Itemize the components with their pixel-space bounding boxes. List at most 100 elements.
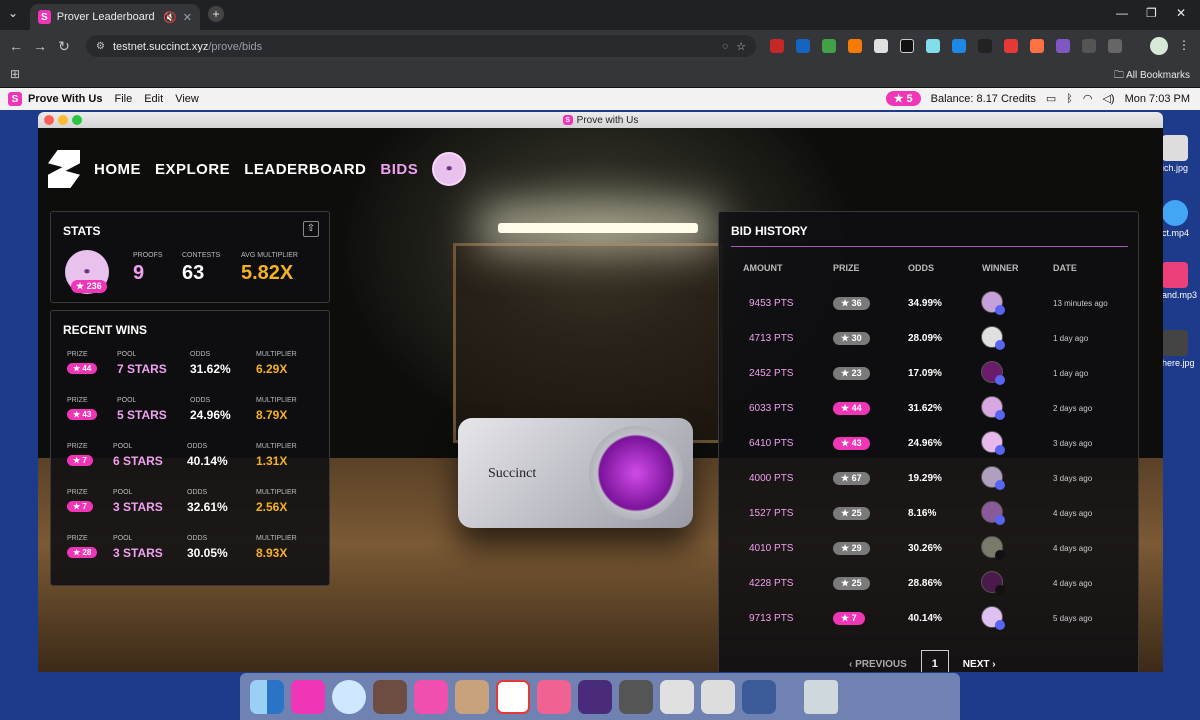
site-info-icon[interactable]: ⚙ [96,41,105,52]
forward-icon[interactable]: → [28,38,52,54]
close-window-button[interactable] [44,115,54,125]
desktop-file[interactable]: here.jpg [1162,330,1198,368]
bid-row[interactable]: 1527 PTS ★ 25 8.16% 4 days ago [719,501,1140,536]
browser-tab-active[interactable]: S Prover Leaderboard | Succinct 🔇 ✕ [30,4,200,30]
turbo-icon[interactable] [496,679,530,714]
new-tab-icon[interactable]: + [208,6,224,22]
winner-avatar[interactable] [981,431,1005,455]
all-bookmarks-link[interactable]: 🗀 All Bookmarks [1114,68,1190,85]
globe-icon[interactable] [332,679,366,714]
reload-icon[interactable]: ↻ [52,38,76,55]
profile-avatar[interactable] [1150,37,1168,55]
winner-avatar[interactable] [981,571,1005,595]
extension-k-icon[interactable] [952,39,966,53]
2048-game-icon[interactable] [537,679,571,714]
extension-p-icon[interactable] [1004,39,1018,53]
restore-icon[interactable]: ❐ [1146,6,1157,20]
prove-app-icon[interactable] [291,679,325,714]
browser-tab-strip: ⌄ S Prover Leaderboard | Succinct 🔇 ✕ + … [0,0,1200,30]
bookmark-star-icon[interactable]: ☆ [736,40,746,53]
nav-leaderboard[interactable]: LEADERBOARD [244,161,366,178]
bid-row[interactable]: 2452 PTS ★ 23 17.09% 1 day ago [719,361,1140,396]
extensions-puzzle-icon[interactable] [1108,39,1122,53]
pool-label: POOL [117,351,137,358]
close-tab-icon[interactable]: ✕ [183,11,192,24]
winner-avatar[interactable] [981,501,1005,525]
tumblr-folder-icon[interactable] [742,679,776,714]
winner-avatar[interactable] [981,326,1005,350]
extension-cloud-icon[interactable] [1056,39,1070,53]
extension-grid-icon[interactable] [874,39,888,53]
stars-pill[interactable]: ★ 5 [885,91,921,106]
battery-icon[interactable]: ▭ [1046,92,1056,105]
zoom-window-button[interactable] [72,115,82,125]
bid-row[interactable]: 6033 PTS ★ 44 31.62% 2 days ago [719,396,1140,431]
nav-bids[interactable]: BIDS [380,161,418,178]
winner-avatar[interactable] [981,396,1005,420]
winner-avatar[interactable] [981,466,1005,490]
winner-avatar[interactable] [981,361,1005,385]
minimize-icon[interactable]: — [1116,6,1128,20]
wifi-icon[interactable]: ◠ [1083,92,1093,105]
cassette-icon[interactable] [455,679,489,714]
winner-avatar[interactable] [981,606,1005,630]
extension-s-icon[interactable] [848,39,862,53]
linkedin-icon[interactable] [414,679,448,714]
bid-row[interactable]: 4010 PTS ★ 29 30.26% 4 days ago [719,536,1140,571]
eye-off-icon[interactable]: ◌ [722,41,728,52]
mute-icon[interactable]: 🔇 [163,11,177,24]
audio-file-icon [1162,262,1188,288]
extension-fox-icon[interactable] [1030,39,1044,53]
apps-folder-icon[interactable] [660,679,694,714]
bid-amount: 4000 PTS [749,473,794,484]
nav-home[interactable]: HOME [94,161,141,178]
menubar-app-name[interactable]: Prove With Us [28,93,102,105]
extension-x-icon[interactable] [978,39,992,53]
next-button[interactable]: NEXT › [963,659,996,670]
kebab-menu-icon[interactable]: ⋮ [1178,38,1190,52]
menu-view[interactable]: View [175,93,199,105]
utilities-folder-icon[interactable] [701,679,735,714]
menu-edit[interactable]: Edit [144,93,163,105]
desktop-file[interactable]: ct.mp4 [1162,200,1198,238]
address-bar[interactable]: ⚙ testnet.succinct.xyz/prove/bids ◌ ☆ [86,35,756,57]
url-host: testnet.succinct.xyz [112,41,209,53]
volume-icon[interactable]: ◁) [1102,92,1114,105]
bid-row[interactable]: 6410 PTS ★ 43 24.96% 3 days ago [719,431,1140,466]
bid-date: 3 days ago [1053,474,1093,483]
user-avatar[interactable]: ⚭ [432,152,467,186]
trash-icon[interactable] [804,679,838,714]
extension-m-icon[interactable] [926,39,940,53]
share-icon[interactable]: ⇧ [303,221,319,237]
bid-row[interactable]: 4713 PTS ★ 30 28.09% 1 day ago [719,326,1140,361]
bid-row[interactable]: 9453 PTS ★ 36 34.99% 13 minutes ago [719,291,1140,326]
extension-bird-icon[interactable] [796,39,810,53]
back-icon[interactable]: ← [4,38,28,54]
minimize-window-button[interactable] [58,115,68,125]
bid-date: 1 day ago [1053,369,1089,378]
bluetooth-icon[interactable]: ᛒ [1066,93,1073,105]
desktop-file[interactable]: ich.jpg [1162,135,1198,173]
extension-slash-icon[interactable] [900,39,914,53]
desktop-file[interactable]: and.mp3 [1162,262,1198,300]
apps-grid-icon[interactable]: ⊞ [10,67,20,81]
extension-ab-icon[interactable] [1082,39,1096,53]
winner-avatar[interactable] [981,536,1005,560]
bid-row[interactable]: 4228 PTS ★ 25 28.86% 4 days ago [719,571,1140,606]
menu-file[interactable]: File [114,93,132,105]
winner-avatar[interactable] [981,291,1005,315]
bid-row[interactable]: 4000 PTS ★ 67 19.29% 3 days ago [719,466,1140,501]
finder-icon[interactable] [250,679,284,714]
nav-explore[interactable]: EXPLORE [155,161,230,178]
tab-search-icon[interactable]: ⌄ [8,6,18,20]
previous-button[interactable]: ‹ PREVIOUS [849,659,907,670]
page-number-button[interactable]: 1 [920,650,949,672]
calculator-icon[interactable] [619,679,653,714]
extension-lock-icon[interactable] [770,39,784,53]
bid-row[interactable]: 9713 PTS ★ 7 40.14% 5 days ago [719,606,1140,641]
game-character-icon[interactable] [578,679,612,714]
extension-puzzle-icon[interactable] [822,39,836,53]
photo-app-icon[interactable] [373,679,407,714]
close-window-icon[interactable]: ✕ [1176,6,1186,20]
succinct-logo-icon[interactable] [48,150,80,188]
